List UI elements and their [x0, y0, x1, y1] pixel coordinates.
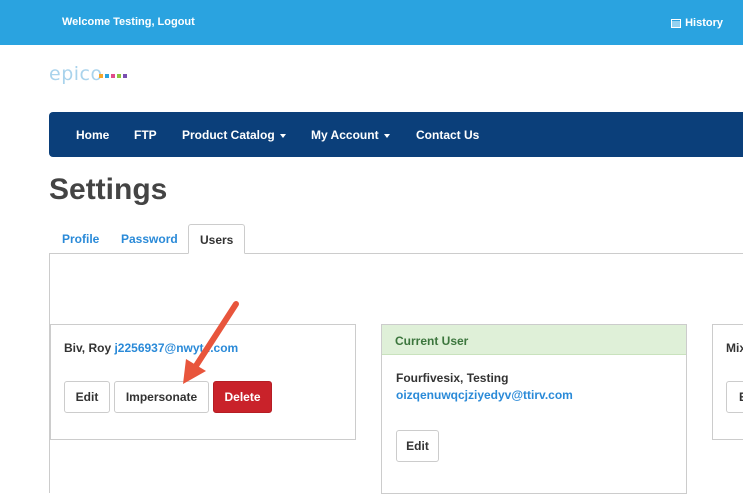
impersonate-button[interactable]: Impersonate	[114, 381, 209, 413]
history-link[interactable]: History	[671, 17, 723, 29]
tab-users[interactable]: Users	[188, 224, 246, 254]
user-name: Fourfivesix, Testing	[396, 371, 509, 385]
top-bar: Welcome Testing, Logout History	[0, 0, 743, 45]
logo[interactable]: epico	[49, 63, 103, 85]
main-navbar: Home FTP Product Catalog My Account Cont…	[49, 112, 743, 157]
nav-item-home[interactable]: Home	[76, 128, 109, 142]
delete-button[interactable]: Delete	[213, 381, 272, 413]
tab-password[interactable]: Password	[121, 232, 178, 246]
edit-button[interactable]: E	[726, 381, 743, 413]
logo-dot	[111, 74, 115, 78]
user-name: Biv, Roy	[64, 341, 112, 355]
logo-dot	[117, 74, 121, 78]
current-user-header: Current User	[382, 325, 686, 355]
user-email-link[interactable]: j2256937@nwyt...com	[114, 341, 238, 355]
user-name: Mix	[726, 341, 743, 355]
user-email-link[interactable]: oizqenuwqcjziyedyv@ttirv.com	[396, 388, 573, 402]
logo-dots	[99, 74, 127, 78]
edit-button[interactable]: Edit	[396, 430, 439, 462]
nav-item-label: My Account	[311, 128, 379, 142]
user-card: Biv, Roy j2256937@nwyt...com Edit Impers…	[50, 324, 356, 440]
history-icon	[671, 18, 682, 28]
nav-item-contact-us[interactable]: Contact Us	[416, 128, 479, 142]
tab-profile[interactable]: Profile	[62, 232, 99, 246]
nav-item-label: Product Catalog	[182, 128, 275, 142]
user-name-line: Biv, Roy j2256937@nwyt...com	[64, 341, 238, 355]
nav-item-product-catalog[interactable]: Product Catalog	[182, 128, 286, 142]
user-card: Mix E	[712, 324, 743, 440]
logo-dot	[105, 74, 109, 78]
logo-dot	[123, 74, 127, 78]
nav-item-ftp[interactable]: FTP	[134, 128, 157, 142]
edit-button[interactable]: Edit	[64, 381, 110, 413]
caret-down-icon	[279, 133, 286, 138]
current-user-card: Current User Fourfivesix, Testing oizqen…	[381, 324, 687, 494]
logo-dot	[99, 74, 103, 78]
caret-down-icon	[383, 133, 390, 138]
history-label: History	[685, 17, 723, 29]
welcome-logout-link[interactable]: Welcome Testing, Logout	[62, 16, 195, 28]
nav-item-my-account[interactable]: My Account	[311, 128, 390, 142]
page-title: Settings	[49, 173, 168, 206]
